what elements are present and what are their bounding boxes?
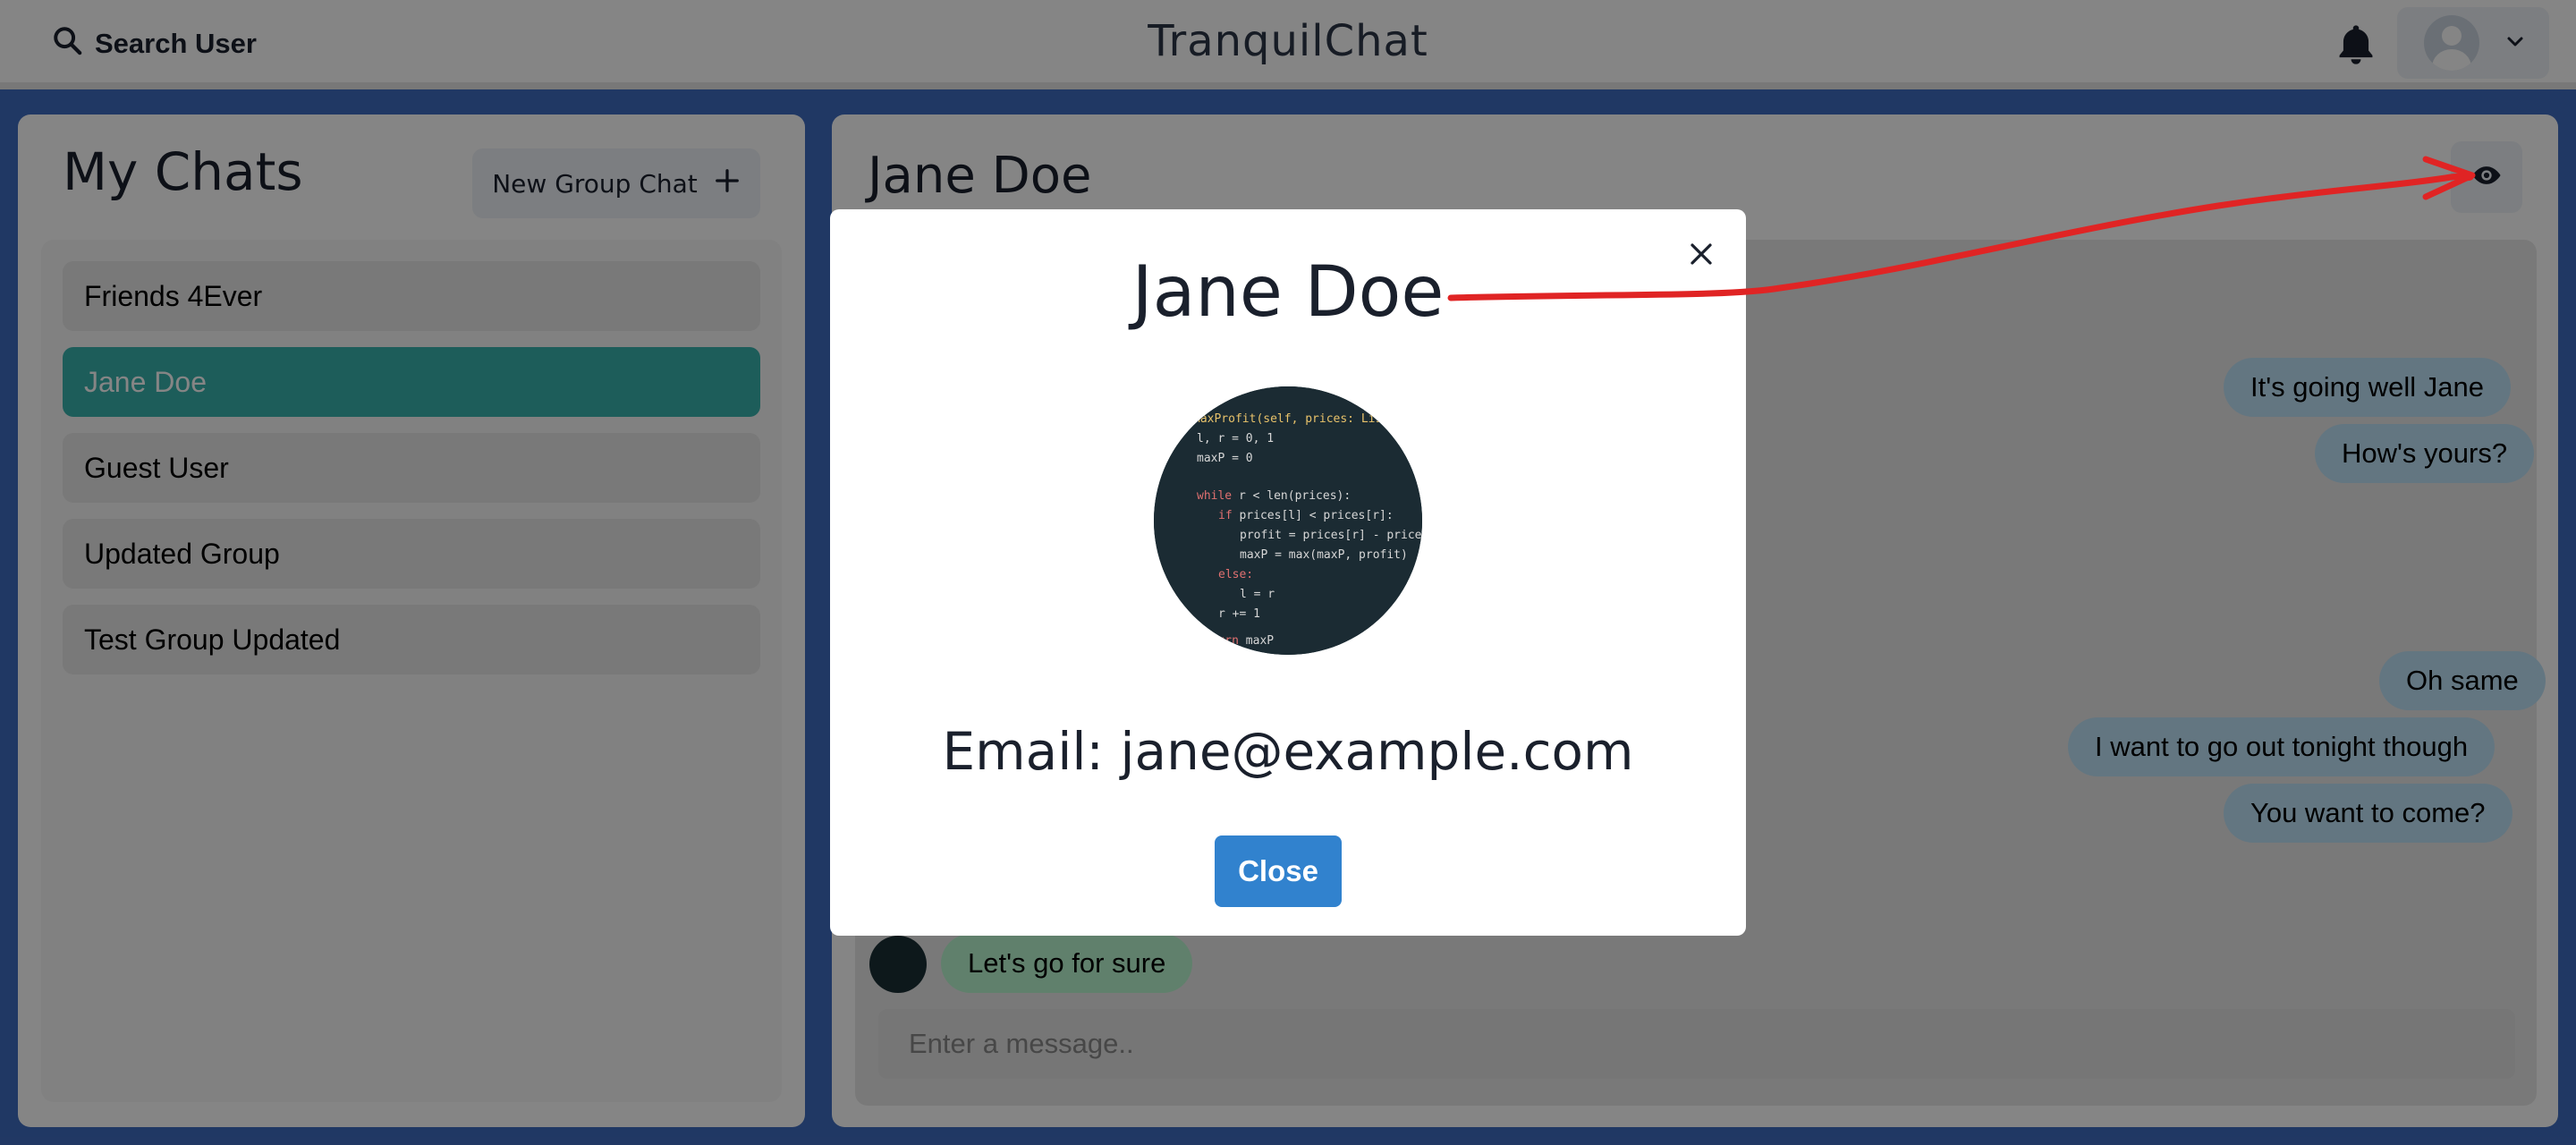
svg-text:if prices[l] < prices[r]:: if prices[l] < prices[r]: — [1218, 509, 1394, 522]
svg-text:return maxP: return maxP — [1197, 634, 1274, 648]
modal-email: Email: jane@example.com — [942, 721, 1634, 782]
close-button[interactable]: Close — [1215, 835, 1342, 907]
modal-title: Jane Doe — [1131, 252, 1445, 333]
profile-modal: Jane Doe maxProfit(self, prices: List[in… — [830, 209, 1746, 936]
svg-text:while r < len(prices):: while r < len(prices): — [1197, 489, 1351, 503]
svg-text:l, r = 0, 1: l, r = 0, 1 — [1197, 432, 1274, 445]
svg-text:maxProfit(self, prices: List[i: maxProfit(self, prices: List[int] — [1193, 412, 1422, 426]
svg-text:else:: else: — [1218, 568, 1253, 581]
profile-picture: maxProfit(self, prices: List[int] l, r =… — [1154, 386, 1422, 655]
modal-close-x-button[interactable] — [1676, 231, 1726, 281]
svg-text:l = r: l = r — [1240, 588, 1275, 601]
svg-text:r += 1: r += 1 — [1218, 607, 1260, 621]
svg-text:maxP = max(maxP, profit): maxP = max(maxP, profit) — [1240, 548, 1408, 562]
svg-text:maxP = 0: maxP = 0 — [1197, 452, 1253, 465]
svg-text:profit = prices[r] - prices[l]: profit = prices[r] - prices[l] — [1240, 529, 1422, 542]
close-icon — [1688, 241, 1715, 272]
